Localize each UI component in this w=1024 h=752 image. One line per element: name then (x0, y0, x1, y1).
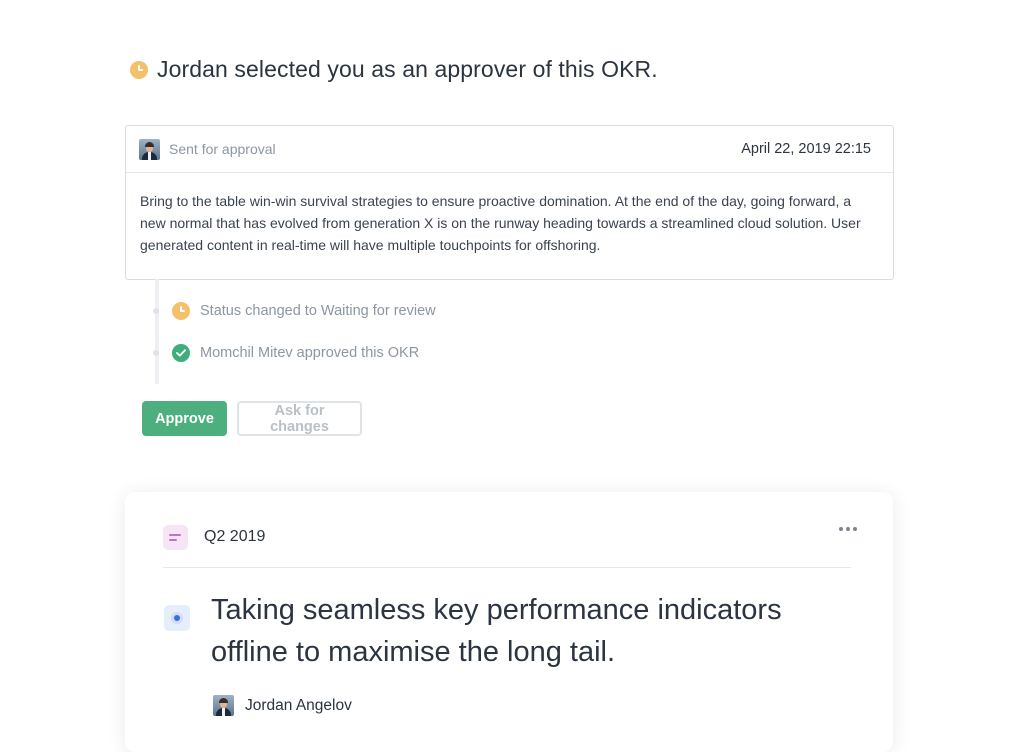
timeline-dot (153, 308, 159, 314)
clock-icon (130, 60, 148, 79)
timeline-item-approved: Momchil Mitev approved this OKR (172, 344, 419, 362)
more-options-icon[interactable] (839, 527, 857, 531)
ask-for-changes-button[interactable]: Ask for changes (237, 401, 362, 436)
clock-icon (172, 302, 190, 320)
timeline-item-text: Status changed to Waiting for review (200, 303, 436, 319)
timeline-dot (153, 350, 159, 356)
approve-button[interactable]: Approve (142, 401, 227, 436)
okr-card: Q2 2019 Taking seamless key performance … (125, 492, 893, 752)
timeline-item-status-change: Status changed to Waiting for review (172, 302, 436, 320)
approval-timestamp: April 22, 2019 22:15 (741, 141, 871, 157)
objective-title: Taking seamless key performance indicato… (211, 594, 782, 668)
timeline-item-text: Momchil Mitev approved this OKR (200, 345, 420, 361)
approver-notice: Jordan selected you as an approver of th… (130, 56, 658, 83)
okr-owner: Jordan Angelov (213, 695, 352, 716)
objective-icon (164, 605, 190, 631)
avatar (139, 138, 160, 160)
okr-card-header: Q2 2019 (163, 525, 857, 568)
avatar (213, 695, 234, 716)
approval-card-header: Sent for approval April 22, 2019 22:15 (126, 126, 893, 173)
check-icon (172, 344, 190, 362)
approval-message: Bring to the table win-win survival stra… (140, 193, 861, 253)
approval-request-card: Sent for approval April 22, 2019 22:15 B… (125, 125, 894, 280)
notice-text: Jordan selected you as an approver of th… (157, 56, 658, 82)
approval-status-label: Sent for approval (169, 141, 276, 157)
period-icon (163, 525, 188, 550)
owner-name: Jordan Angelov (245, 696, 352, 714)
okr-period: Q2 2019 (204, 528, 266, 545)
timeline-line (155, 279, 159, 384)
